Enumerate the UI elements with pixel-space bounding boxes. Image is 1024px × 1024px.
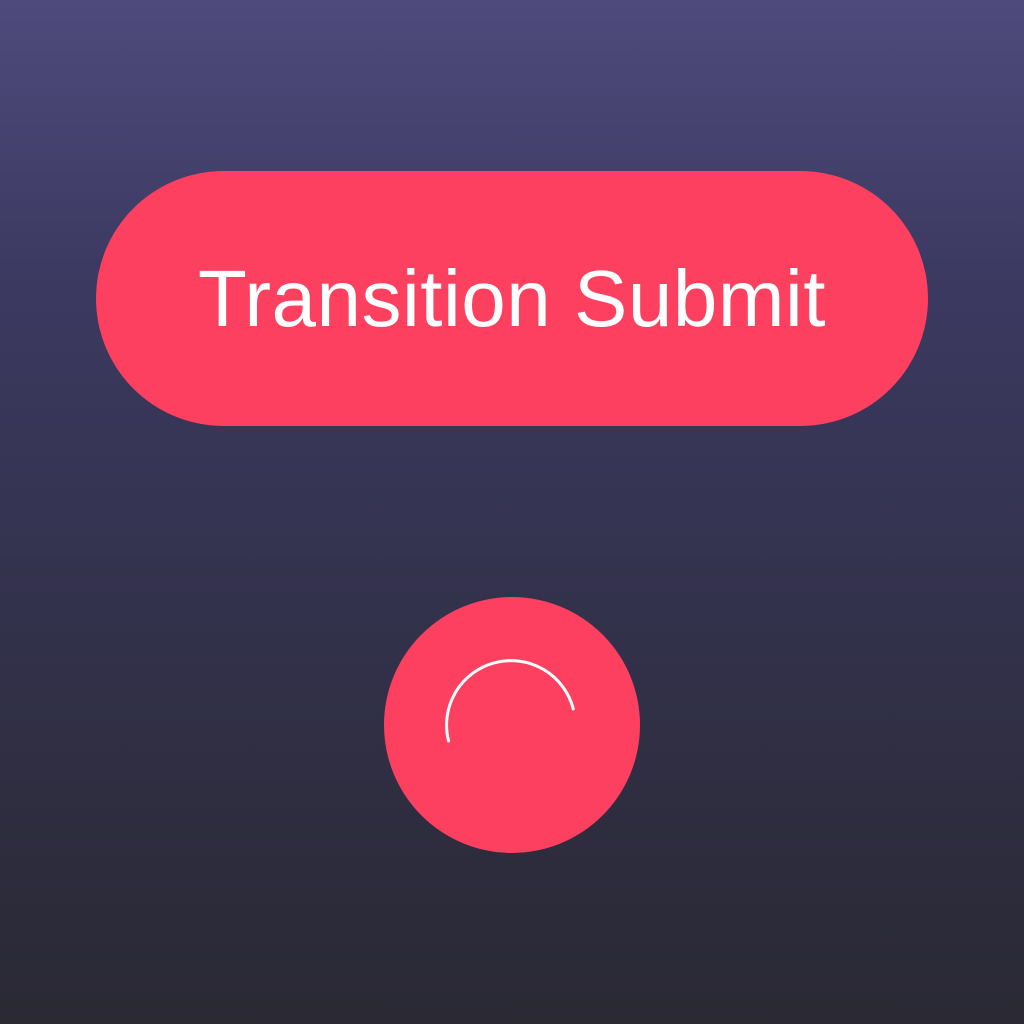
submit-button-label: Transition Submit bbox=[198, 253, 826, 343]
loading-submit-button[interactable] bbox=[384, 597, 640, 853]
screen: Transition Submit bbox=[0, 0, 1024, 1024]
spinner-arc-icon bbox=[445, 659, 575, 743]
transition-submit-button[interactable]: Transition Submit bbox=[96, 171, 928, 426]
